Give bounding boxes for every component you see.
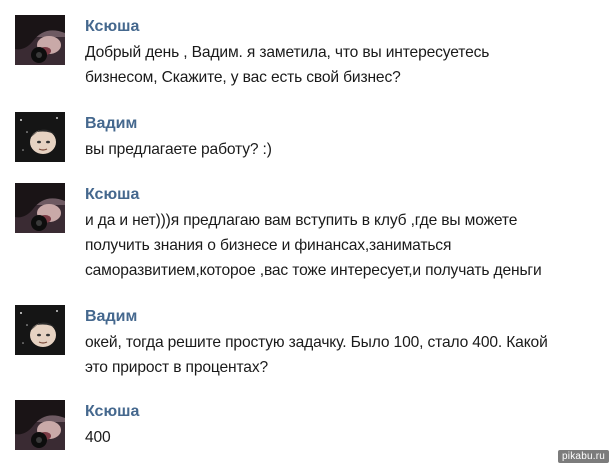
message-author[interactable]: Ксюша bbox=[85, 17, 605, 37]
message-author[interactable]: Ксюша bbox=[85, 185, 605, 205]
message-body: Вадим окей, тогда решите простую задачку… bbox=[85, 305, 605, 380]
avatar[interactable] bbox=[15, 112, 65, 162]
message-item: Вадим вы предлагаете работу? :) bbox=[15, 112, 605, 167]
message-body: Ксюша 400 bbox=[85, 400, 605, 450]
message-text: Добрый день , Вадим. я заметила, что вы … bbox=[85, 44, 490, 86]
avatar[interactable] bbox=[15, 305, 65, 355]
message-body: Вадим вы предлагаете работу? :) bbox=[85, 112, 605, 162]
message-author[interactable]: Вадим bbox=[85, 114, 605, 134]
message-text: и да и нет)))я предлагаю вам вступить в … bbox=[85, 212, 542, 279]
message-body: Ксюша и да и нет)))я предлагаю вам вступ… bbox=[85, 183, 605, 283]
avatar[interactable] bbox=[15, 183, 65, 233]
watermark: pikabu.ru bbox=[558, 450, 609, 463]
message-item: Вадим окей, тогда решите простую задачку… bbox=[15, 305, 605, 385]
message-text: вы предлагаете работу? :) bbox=[85, 141, 272, 158]
dialog: Ксюша Добрый день , Вадим. я заметила, ч… bbox=[0, 0, 613, 465]
avatar[interactable] bbox=[15, 15, 65, 65]
message-item: Ксюша и да и нет)))я предлагаю вам вступ… bbox=[15, 183, 605, 288]
message-item: Ксюша 400 bbox=[15, 400, 605, 455]
message-text: окей, тогда решите простую задачку. Было… bbox=[85, 334, 548, 376]
message-body: Ксюша Добрый день , Вадим. я заметила, ч… bbox=[85, 15, 605, 90]
message-author[interactable]: Вадим bbox=[85, 307, 605, 327]
message-item: Ксюша Добрый день , Вадим. я заметила, ч… bbox=[15, 15, 605, 95]
message-text: 400 bbox=[85, 429, 111, 446]
message-author[interactable]: Ксюша bbox=[85, 402, 605, 422]
avatar[interactable] bbox=[15, 400, 65, 450]
